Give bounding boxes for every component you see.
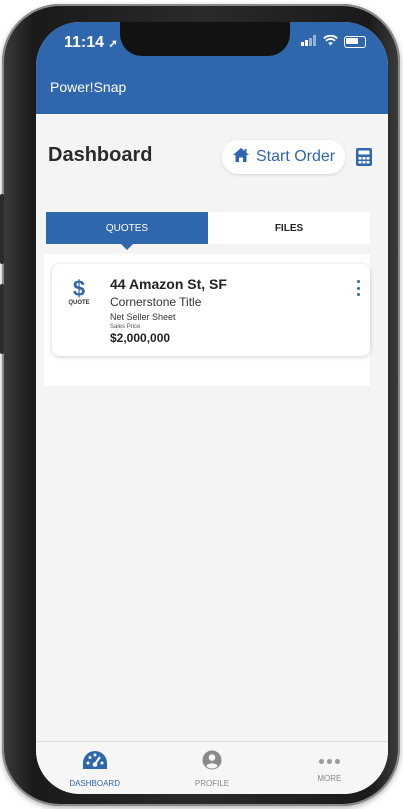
notch: [120, 22, 290, 56]
quote-details: 44 Amazon St, SF Cornerstone Title Net S…: [110, 276, 227, 345]
quote-price: $2,000,000: [110, 331, 171, 345]
phone-frame: 11:14 ➚ Power!Snap Dashboard Start Order: [0, 4, 400, 806]
user-icon: [202, 750, 222, 775]
nav-label-profile: PROFILE: [194, 779, 230, 788]
status-icons: [301, 34, 366, 49]
quote-price-label: Sales Price: [110, 324, 141, 330]
nav-label-more: MORE: [317, 774, 342, 783]
quotes-list: $ QUOTE 44 Amazon St, SF Cornerstone Tit…: [44, 254, 370, 386]
dollar-icon: $: [72, 276, 86, 301]
app-bar: 11:14 ➚ Power!Snap: [36, 22, 388, 114]
nav-profile[interactable]: PROFILE: [153, 742, 270, 794]
speedometer-icon: [82, 750, 108, 775]
side-button: [0, 284, 4, 354]
time-text: 11:14: [64, 34, 105, 51]
status-time: 11:14 ➚: [64, 34, 118, 52]
battery-icon: [344, 35, 366, 48]
nav-more[interactable]: MORE: [271, 742, 388, 794]
start-order-label: Start Order: [256, 148, 336, 165]
quote-icon: $ QUOTE: [64, 276, 94, 307]
nav-dashboard[interactable]: DASHBOARD: [36, 742, 153, 794]
more-icon: [318, 758, 340, 765]
quote-sheet-type: Net Seller Sheet: [110, 312, 176, 322]
tab-bar: QUOTES FILES: [46, 212, 370, 250]
quote-company: Cornerstone Title: [110, 295, 202, 309]
quote-address: 44 Amazon St, SF: [110, 276, 227, 292]
nav-label-dashboard: DASHBOARD: [69, 779, 120, 788]
calculator-icon[interactable]: [356, 148, 372, 166]
start-order-button[interactable]: Start Order: [222, 140, 346, 174]
page-title: Dashboard: [48, 144, 153, 166]
side-button: [0, 194, 4, 264]
quote-card[interactable]: $ QUOTE 44 Amazon St, SF Cornerstone Tit…: [52, 264, 370, 356]
wifi-icon: [323, 34, 338, 49]
dashboard-content: Dashboard Start Order QUOTES FILES $ QUO…: [36, 114, 388, 742]
quote-icon-label: QUOTE: [68, 300, 90, 306]
bottom-nav: DASHBOARD PROFILE MORE: [36, 741, 388, 794]
location-icon: ➚: [108, 38, 118, 50]
tab-files[interactable]: FILES: [208, 212, 370, 244]
home-icon: [232, 147, 250, 168]
app-title: Power!Snap: [50, 79, 127, 95]
more-options-icon[interactable]: [354, 280, 362, 296]
tab-quotes[interactable]: QUOTES: [46, 212, 208, 250]
screen: 11:14 ➚ Power!Snap Dashboard Start Order: [36, 22, 388, 794]
signal-icon: [301, 34, 317, 49]
